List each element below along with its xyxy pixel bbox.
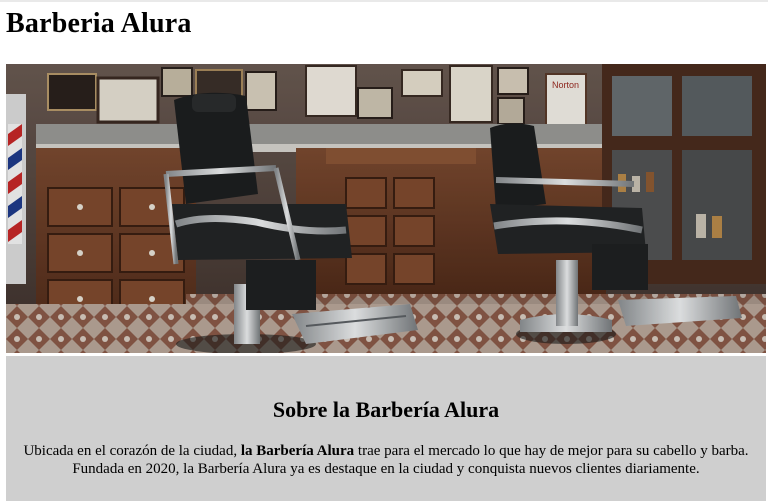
hero-image: Norton bbox=[6, 64, 766, 353]
about-text-bold: la Barbería Alura bbox=[240, 443, 355, 459]
page-title: Barberia Alura bbox=[6, 8, 192, 39]
top-border bbox=[0, 0, 768, 2]
about-section: Sobre la Barbería Alura Ubicada en el co… bbox=[6, 356, 766, 501]
about-heading: Sobre la Barbería Alura bbox=[272, 397, 500, 422]
about-description: Ubicada en el corazón de la ciudad, la B… bbox=[20, 443, 752, 478]
about-text-start: Ubicada en el corazón de la ciudad, bbox=[23, 443, 241, 459]
